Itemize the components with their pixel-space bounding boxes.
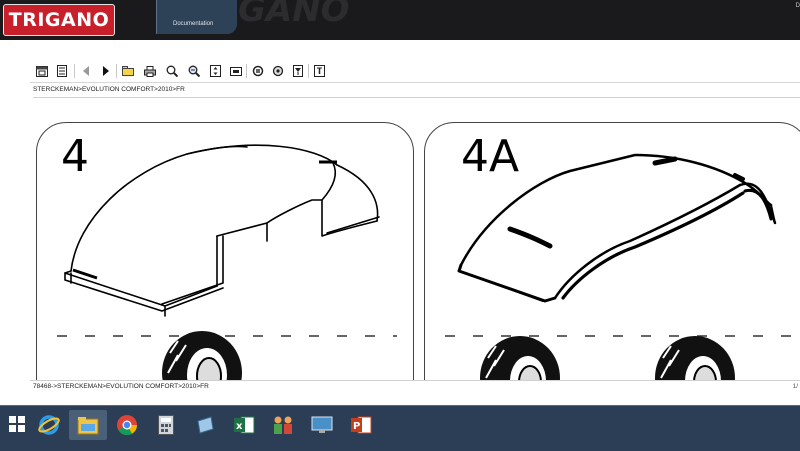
fit-width-icon[interactable] xyxy=(228,64,243,78)
documentation-tab-label: Documentation xyxy=(173,21,214,27)
svg-text:P: P xyxy=(353,421,360,432)
start-icon[interactable] xyxy=(0,406,34,442)
documentation-tab[interactable]: Documentation xyxy=(156,0,237,34)
diagram-panel-4a: 4A xyxy=(424,122,800,381)
status-path: 78468->STERCKEMAN>EVOLUTION COMFORT>2010… xyxy=(33,383,209,390)
header-watermark: GANO xyxy=(238,0,350,30)
zoom-area-icon[interactable] xyxy=(186,64,201,78)
internet-explorer-icon[interactable] xyxy=(30,410,68,440)
fender-drawing-4a xyxy=(445,153,795,381)
zoom-icon[interactable] xyxy=(164,64,179,78)
svg-text:x: x xyxy=(236,421,243,432)
status-page: 1/ xyxy=(792,383,798,390)
settings-icon[interactable] xyxy=(270,64,285,78)
panel-icon[interactable] xyxy=(54,64,69,78)
print-icon[interactable] xyxy=(142,64,157,78)
forward-icon[interactable] xyxy=(98,64,113,78)
viewer-toolbar xyxy=(30,61,800,83)
breadcrumb: STERCKEMAN>EVOLUTION COMFORT>2010>FR xyxy=(33,86,185,93)
back-icon[interactable] xyxy=(78,64,93,78)
generic-app-icon[interactable] xyxy=(186,410,224,440)
fit-page-icon[interactable] xyxy=(208,64,223,78)
info-icon[interactable] xyxy=(312,64,327,78)
filter-icon[interactable] xyxy=(290,64,305,78)
header-corner-text: D xyxy=(795,3,800,9)
people-app-icon[interactable] xyxy=(264,410,302,440)
document-viewer[interactable]: 4 4A xyxy=(33,97,800,381)
windows-taskbar: x P xyxy=(0,405,800,451)
trigano-logo: TRIGANO xyxy=(3,4,115,36)
powerpoint-icon[interactable]: P xyxy=(342,410,380,440)
rotate-icon[interactable] xyxy=(250,64,265,78)
folder-icon[interactable] xyxy=(120,64,135,78)
chrome-icon[interactable] xyxy=(108,410,146,440)
diagram-panel-4: 4 xyxy=(36,122,414,381)
fender-drawing-4 xyxy=(57,144,397,381)
excel-icon[interactable]: x xyxy=(225,410,263,440)
file-explorer-icon[interactable] xyxy=(69,410,107,440)
calculator-icon[interactable] xyxy=(147,410,185,440)
app-header: TRIGANO Documentation GANO D xyxy=(0,0,800,40)
window-icon[interactable] xyxy=(34,64,49,78)
remote-desktop-icon[interactable] xyxy=(303,410,341,440)
status-bar: 78468->STERCKEMAN>EVOLUTION COMFORT>2010… xyxy=(30,380,800,394)
